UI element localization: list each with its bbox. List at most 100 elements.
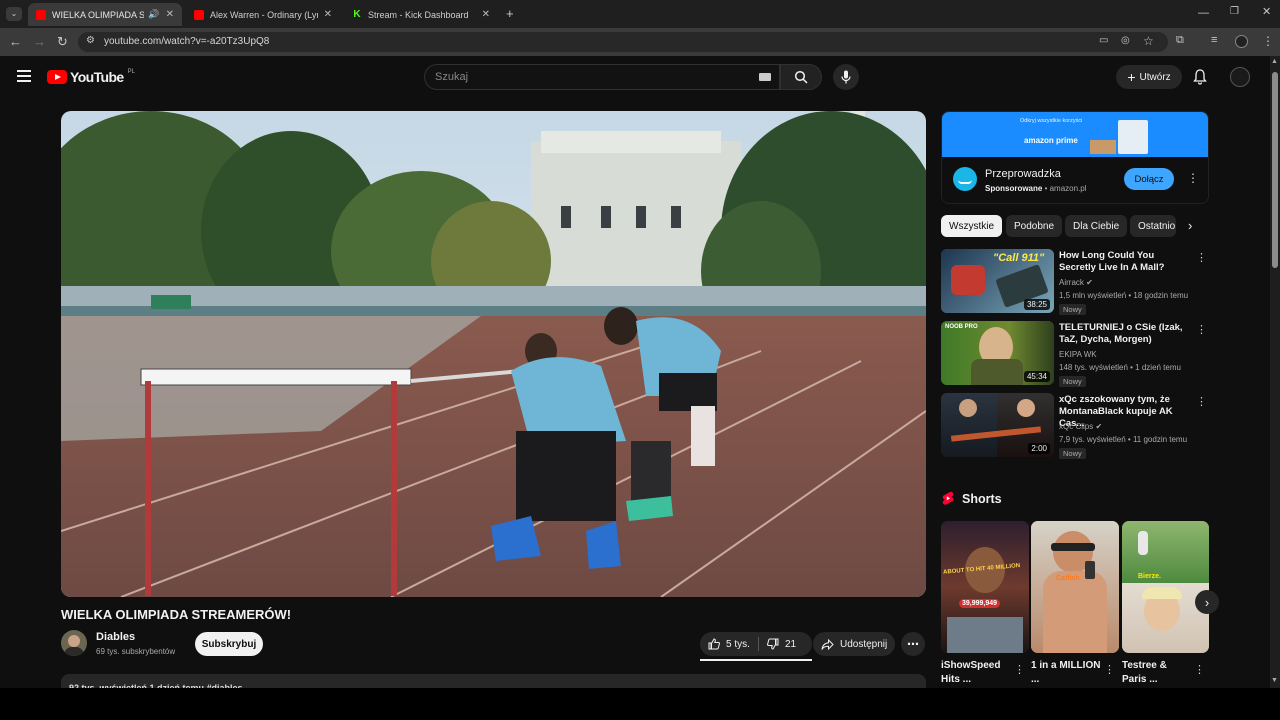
channel-avatar[interactable] xyxy=(61,630,87,656)
new-badge: Nowy xyxy=(1059,376,1086,387)
chip-related[interactable]: Podobne xyxy=(1006,215,1063,237)
back-arrow-icon[interactable]: ← xyxy=(9,35,22,48)
chip-recent[interactable]: Ostatnio xyxy=(1130,215,1176,237)
reload-icon[interactable]: ↻ xyxy=(57,35,68,48)
search-input[interactable]: Szukaj xyxy=(424,64,780,90)
prime-logo-icon xyxy=(953,167,977,191)
like-button[interactable]: 5 tys. xyxy=(700,632,758,656)
create-button[interactable]: + Utwórz xyxy=(1116,65,1182,89)
recommendation-item[interactable]: 2:00 xQc zszokowany tym, że MontanaBlack… xyxy=(941,393,1209,459)
video-frame xyxy=(61,111,926,597)
share-icon xyxy=(821,638,834,650)
ad-card[interactable]: Odkryj wszystkie korzyści amazon prime P… xyxy=(941,111,1209,204)
recommendation-meta: 148 tys. wyświetleń • 1 dzień temu xyxy=(1059,363,1181,372)
hamburger-menu-icon[interactable] xyxy=(17,70,31,82)
profile-avatar-icon[interactable] xyxy=(1235,35,1248,48)
voice-search-button[interactable] xyxy=(833,64,859,90)
ad-menu-icon[interactable]: ⋮ xyxy=(1187,171,1199,185)
video-thumbnail[interactable]: NOOB PRO 45:34 xyxy=(941,321,1054,385)
new-badge: Nowy xyxy=(1059,448,1086,459)
recommendation-menu-icon[interactable]: ⋮ xyxy=(1196,323,1207,336)
url-text[interactable]: youtube.com/watch?v=-a20Tz3UpQ8 xyxy=(104,36,269,47)
short-title[interactable]: iShowSpeed Hits ... xyxy=(941,659,1013,687)
restore-button[interactable]: ❐ xyxy=(1230,7,1239,17)
browser-tab-alex-warren[interactable]: Alex Warren - Ordinary (Lyrics) ✕ xyxy=(186,3,340,26)
video-thumbnail[interactable]: 2:00 xyxy=(941,393,1054,457)
search-button[interactable] xyxy=(780,64,822,90)
close-tab-icon[interactable]: ✕ xyxy=(482,9,490,20)
ad-cta-button[interactable]: Dołącz xyxy=(1124,168,1174,190)
short-menu-icon[interactable]: ⋮ xyxy=(1014,663,1025,676)
recommendation-menu-icon[interactable]: ⋮ xyxy=(1196,395,1207,408)
short-thumbnail[interactable]: Catfish xyxy=(1031,521,1119,653)
cast-icon[interactable]: ▭ xyxy=(1099,36,1108,46)
short-menu-icon[interactable]: ⋮ xyxy=(1194,663,1205,676)
minimize-button[interactable]: — xyxy=(1198,8,1209,19)
close-tab-icon[interactable]: ✕ xyxy=(166,9,174,20)
browser-menu-icon[interactable]: ⋮ xyxy=(1262,35,1274,47)
microphone-icon xyxy=(841,70,851,84)
like-ratio-bar xyxy=(700,659,812,661)
subscribe-button[interactable]: Subskrybuj xyxy=(195,632,263,656)
channel-name[interactable]: Diables xyxy=(96,631,135,643)
tab-search-button[interactable]: ⌄ xyxy=(6,7,22,21)
video-player[interactable] xyxy=(61,111,926,597)
short-thumbnail[interactable]: ABOUT TO HIT 40 MILLION 39,999,949 xyxy=(941,521,1029,653)
kick-favicon-icon: K xyxy=(352,8,362,20)
verified-check-icon: ✔ xyxy=(1086,278,1093,287)
recommendation-channel[interactable]: xQc Clips xyxy=(1059,422,1093,431)
browser-tab-kick-dashboard[interactable]: K Stream - Kick Dashboard ✕ xyxy=(344,3,498,26)
subscriber-count: 69 tys. subskrybentów xyxy=(96,647,176,656)
keyboard-icon[interactable] xyxy=(759,73,771,81)
site-info-icon[interactable]: ⚙ xyxy=(86,36,95,46)
thumbs-up-icon xyxy=(708,638,720,650)
recommendation-menu-icon[interactable]: ⋮ xyxy=(1196,251,1207,264)
short-menu-icon[interactable]: ⋮ xyxy=(1104,663,1115,676)
scrollbar-thumb[interactable] xyxy=(1272,72,1278,268)
share-button[interactable]: Udostępnij xyxy=(813,632,895,656)
video-thumbnail[interactable]: "Call 911" 38:25 xyxy=(941,249,1054,313)
shorts-heading: Shorts xyxy=(962,492,1002,506)
recommendation-title[interactable]: TELETURNIEJ o CSie (Izak, TaZ, Dycha, Mo… xyxy=(1059,322,1187,346)
more-actions-icon[interactable]: ⋯ xyxy=(901,632,925,656)
forward-arrow-icon[interactable]: → xyxy=(33,35,46,48)
notifications-button[interactable] xyxy=(1193,69,1207,90)
ad-image xyxy=(1118,120,1148,154)
account-avatar[interactable] xyxy=(1230,67,1250,87)
recommendation-title[interactable]: How Long Could You Secretly Live In A Ma… xyxy=(1059,250,1187,274)
sponsored-label: Sponsorowane xyxy=(985,184,1043,193)
recommendation-item[interactable]: "Call 911" 38:25 How Long Could You Secr… xyxy=(941,249,1209,315)
chips-next-icon[interactable]: › xyxy=(1188,218,1192,233)
chip-all[interactable]: Wszystkie xyxy=(941,215,1002,237)
recommendation-channel[interactable]: Airrack xyxy=(1059,278,1084,287)
scroll-down-icon[interactable]: ▼ xyxy=(1271,677,1278,684)
close-window-button[interactable]: ✕ xyxy=(1262,7,1271,18)
new-tab-button[interactable]: + xyxy=(506,7,514,20)
media-controls-icon[interactable]: ≡ xyxy=(1211,35,1217,46)
video-title: WIELKA OLIMPIADA STREAMERÓW! xyxy=(61,607,292,622)
recommendation-channel[interactable]: EKIPA WK xyxy=(1059,350,1097,359)
short-thumbnail[interactable]: Bierze. xyxy=(1122,521,1209,653)
chip-for-you[interactable]: Dla Ciebie xyxy=(1065,215,1128,237)
shorts-icon xyxy=(942,491,956,507)
bell-icon xyxy=(1193,69,1207,85)
speaker-icon[interactable]: 🔊 xyxy=(148,9,159,20)
short-title[interactable]: Testree & Paris ... xyxy=(1122,659,1194,687)
recommendation-item[interactable]: NOOB PRO 45:34 TELETURNIEJ o CSie (Izak,… xyxy=(941,321,1209,387)
youtube-logo[interactable]: YouTube PL xyxy=(47,69,135,85)
short-title[interactable]: 1 in a MILLION ... xyxy=(1031,659,1103,687)
bookmark-star-icon[interactable]: ☆ xyxy=(1143,35,1154,47)
close-tab-icon[interactable]: ✕ xyxy=(324,9,332,20)
scroll-up-icon[interactable]: ▲ xyxy=(1271,58,1278,65)
youtube-favicon-icon xyxy=(194,9,204,20)
youtube-play-icon xyxy=(47,70,67,84)
browser-tab-youtube-olimpiada[interactable]: WIELKA OLIMPIADA STREA 🔊 ✕ xyxy=(28,3,182,26)
eye-off-icon[interactable]: ◎ xyxy=(1121,36,1130,46)
box-graphic xyxy=(1090,140,1116,154)
dislike-button[interactable]: 21 xyxy=(759,632,796,656)
recommendation-meta: 1,5 mln wyświetleń • 18 godzin temu xyxy=(1059,291,1189,300)
thumbs-down-icon xyxy=(767,638,779,650)
recommendation-meta: 7,9 tys. wyświetleń • 11 godzin temu xyxy=(1059,435,1188,444)
shorts-next-button[interactable]: › xyxy=(1195,590,1219,614)
extensions-icon[interactable]: ⧉ xyxy=(1176,35,1184,46)
